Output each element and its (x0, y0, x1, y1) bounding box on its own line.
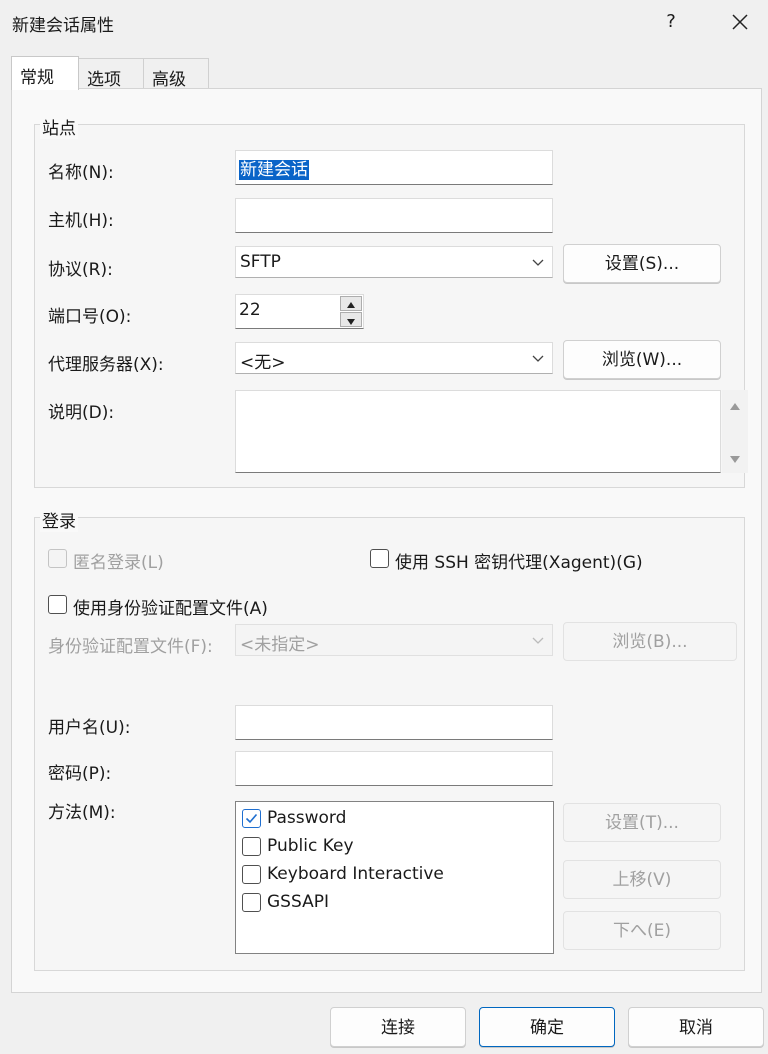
auth-profile-label: 身份验证配置文件(F): (48, 637, 213, 657)
password-label: 密码(P): (48, 764, 112, 784)
auth-method-list: Password Public Key Keyboard Interactive… (235, 801, 554, 954)
chevron-down-icon (532, 355, 544, 362)
port-decrement-button[interactable] (340, 312, 362, 327)
method-item-keyboard-interactive[interactable]: Keyboard Interactive (242, 860, 444, 888)
username-input[interactable] (235, 705, 553, 740)
help-button[interactable]: ? (655, 6, 687, 38)
scroll-down-button[interactable] (726, 450, 744, 468)
name-input[interactable]: 新建会话 (235, 150, 553, 185)
name-label: 名称(N): (48, 163, 114, 183)
description-label: 说明(D): (48, 403, 115, 423)
connect-button[interactable]: 连接 (330, 1007, 466, 1047)
method-settings-button[interactable]: 设置(T)... (563, 803, 721, 842)
chevron-down-icon (532, 637, 544, 644)
move-up-button[interactable]: 上移(V) (563, 860, 721, 899)
close-icon (732, 14, 748, 30)
window-title: 新建会话属性 (12, 16, 114, 36)
xagent-checkbox[interactable] (370, 549, 389, 568)
triangle-up-icon (347, 302, 355, 308)
protocol-select[interactable]: SFTP (235, 246, 553, 278)
description-textarea[interactable] (235, 390, 721, 473)
auth-profile-select-value: <未指定> (240, 635, 320, 655)
proxy-label: 代理服务器(X): (48, 355, 164, 375)
move-down-button[interactable]: 下へ(E) (563, 911, 721, 950)
login-group-title: 登录 (40, 507, 78, 532)
scroll-up-button[interactable] (726, 398, 744, 416)
method-password-label: Password (267, 808, 347, 828)
xagent-label: 使用 SSH 密钥代理(Xagent)(G) (395, 553, 643, 573)
auth-profile-browse-button[interactable]: 浏览(B)... (563, 622, 737, 661)
host-label: 主机(H): (48, 211, 114, 231)
port-value: 22 (239, 300, 261, 320)
port-increment-button[interactable] (340, 296, 362, 311)
proxy-select-value: <无> (240, 353, 286, 373)
name-input-value: 新建会话 (239, 160, 309, 180)
protocol-label: 协议(R): (48, 260, 113, 280)
tab-options[interactable]: 选项 (78, 58, 144, 90)
use-auth-profile-label: 使用身份验证配置文件(A) (73, 599, 268, 619)
anonymous-login-label: 匿名登录(L) (73, 553, 164, 573)
method-item-password[interactable]: Password (242, 804, 346, 832)
method-public-key-checkbox[interactable] (242, 836, 261, 856)
method-item-public-key[interactable]: Public Key (242, 832, 354, 860)
ok-button[interactable]: 确定 (479, 1007, 615, 1047)
protocol-settings-button[interactable]: 设置(S)... (563, 244, 721, 283)
scroll-up-icon (730, 403, 740, 410)
method-gssapi-label: GSSAPI (267, 892, 329, 912)
tab-general[interactable]: 常规 (11, 56, 79, 90)
method-label: 方法(M): (48, 803, 116, 823)
tab-advanced[interactable]: 高级 (143, 58, 209, 90)
host-input[interactable] (235, 198, 553, 233)
site-group-title: 站点 (40, 114, 78, 139)
title-bar: 新建会话属性 ? (0, 0, 768, 46)
method-keyboard-interactive-label: Keyboard Interactive (267, 864, 444, 884)
port-label: 端口号(O): (48, 307, 132, 327)
checkmark-icon (245, 813, 258, 823)
scroll-down-icon (730, 456, 740, 463)
auth-profile-select[interactable]: <未指定> (235, 624, 553, 656)
use-auth-profile-checkbox[interactable] (48, 595, 67, 614)
protocol-select-value: SFTP (240, 252, 281, 272)
triangle-down-icon (347, 319, 355, 325)
chevron-down-icon (532, 259, 544, 266)
method-item-gssapi[interactable]: GSSAPI (242, 888, 329, 916)
description-scrollbar[interactable] (722, 390, 748, 473)
method-public-key-label: Public Key (267, 836, 354, 856)
port-stepper[interactable]: 22 (235, 294, 364, 329)
username-label: 用户名(U): (48, 718, 131, 738)
proxy-browse-button[interactable]: 浏览(W)... (563, 340, 721, 379)
method-password-checkbox[interactable] (242, 808, 261, 828)
password-input[interactable] (235, 751, 553, 786)
method-keyboard-interactive-checkbox[interactable] (242, 864, 261, 884)
method-gssapi-checkbox[interactable] (242, 892, 261, 912)
close-button[interactable] (722, 6, 758, 38)
proxy-select[interactable]: <无> (235, 342, 553, 374)
anonymous-login-checkbox[interactable] (48, 549, 67, 568)
cancel-button[interactable]: 取消 (628, 1007, 764, 1047)
